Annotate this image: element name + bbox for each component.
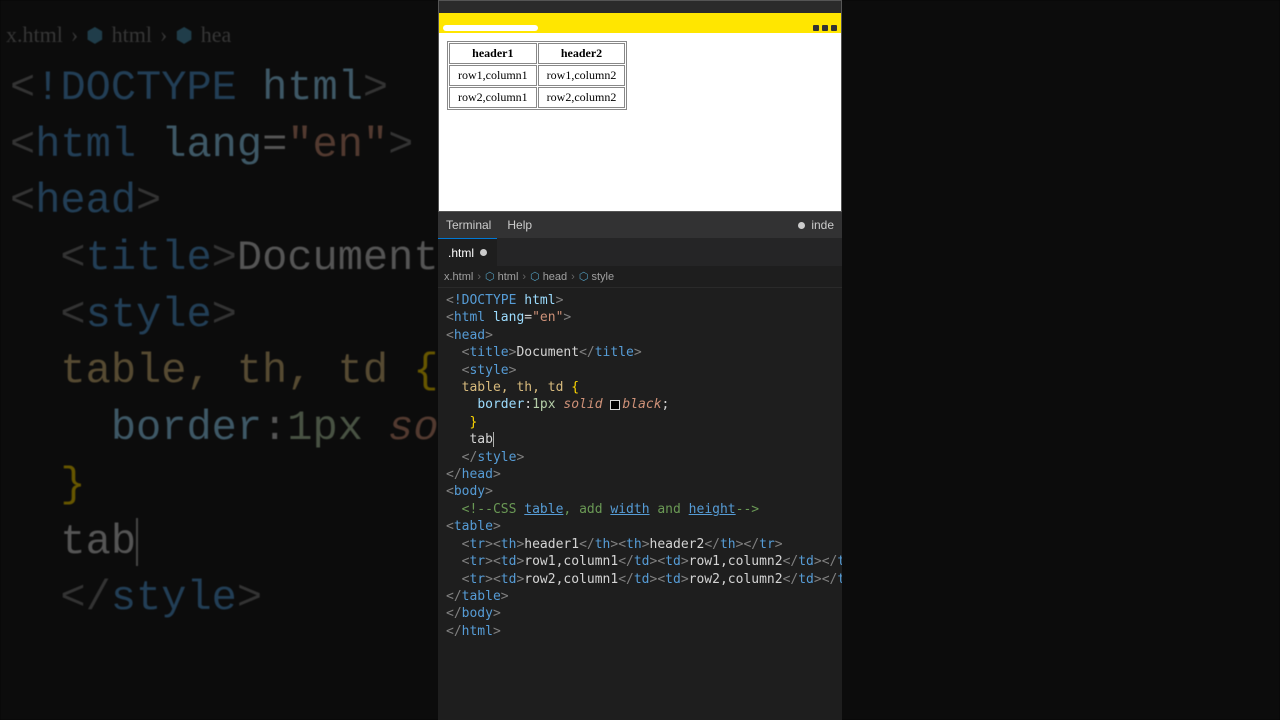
text-cursor (493, 432, 494, 447)
central-column: header1 header2 row1,column1 row1,column… (438, 0, 842, 720)
code-content[interactable]: <!DOCTYPE html> <html lang="en"> <head> … (438, 288, 842, 720)
breadcrumb-item[interactable]: ⬡style (579, 270, 614, 283)
extension-icon[interactable] (822, 25, 828, 31)
menu-help[interactable]: Help (507, 218, 532, 232)
browser-address-bar[interactable] (439, 23, 841, 33)
editor-menubar: Terminal Help inde (438, 212, 842, 238)
breadcrumb-item[interactable]: x.html (444, 271, 473, 283)
browser-titlebar (439, 1, 841, 13)
table-header: header1 (449, 43, 537, 64)
menu-terminal[interactable]: Terminal (446, 218, 491, 232)
browser-window: header1 header2 row1,column1 row1,column… (438, 0, 842, 212)
tab-dirty-icon (480, 249, 487, 256)
editor-tab[interactable]: .html (438, 238, 497, 266)
browser-toolbar-icons (813, 25, 837, 31)
tab-label: .html (448, 246, 474, 260)
unsaved-indicator-icon (798, 222, 805, 229)
address-field[interactable] (443, 25, 538, 31)
tag-icon: ⬡ (579, 270, 589, 283)
table-row: row2,column1 row2,column2 (449, 87, 625, 108)
table-cell: row2,column1 (449, 87, 537, 108)
breadcrumb[interactable]: x.html› ⬡html› ⬡head› ⬡style (438, 266, 842, 288)
rendered-page: header1 header2 row1,column1 row1,column… (439, 33, 841, 211)
window-title: inde (811, 218, 834, 232)
table-cell: row1,column1 (449, 65, 537, 86)
editor-tabbar: .html (438, 238, 842, 266)
table-header: header2 (538, 43, 626, 64)
code-editor: Terminal Help inde .html x.html› ⬡html› … (438, 212, 842, 720)
breadcrumb-item[interactable]: ⬡html (485, 270, 518, 283)
tag-icon: ⬡ (530, 270, 540, 283)
extension-icon[interactable] (813, 25, 819, 31)
browser-tab-strip[interactable] (439, 13, 841, 23)
menu-icon[interactable] (831, 25, 837, 31)
tag-icon: ⬡ (485, 270, 495, 283)
table-row: header1 header2 (449, 43, 625, 64)
table-cell: row2,column2 (538, 87, 626, 108)
color-swatch-icon (610, 400, 620, 410)
breadcrumb-item[interactable]: ⬡head (530, 270, 567, 283)
rendered-table: header1 header2 row1,column1 row1,column… (447, 41, 627, 110)
table-row: row1,column1 row1,column2 (449, 65, 625, 86)
code-text[interactable]: <!DOCTYPE html> <html lang="en"> <head> … (446, 292, 842, 640)
table-cell: row1,column2 (538, 65, 626, 86)
